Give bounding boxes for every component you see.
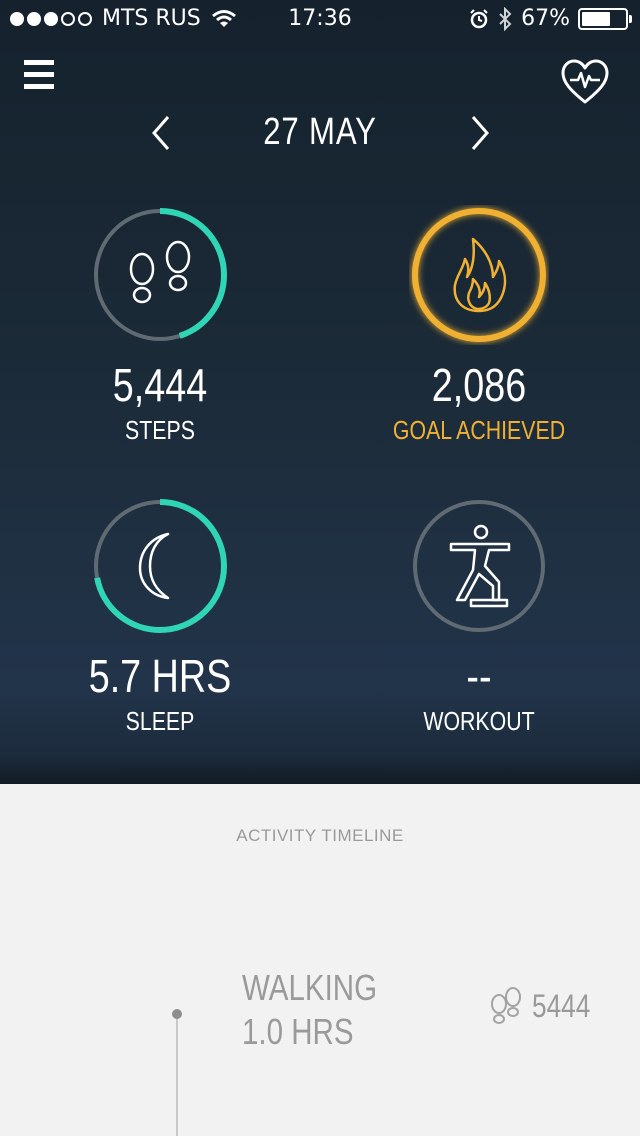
current-date: 27 MAY [263,111,377,153]
footprints-icon [129,240,191,304]
sleep-label: SLEEP [125,706,195,736]
bluetooth-icon [499,6,512,31]
activity-timeline-title: ACTIVITY TIMELINE [236,826,404,845]
heart-pulse-icon[interactable] [560,58,610,106]
steps-label: STEPS [125,415,195,445]
timeline-steps: 5444 [488,986,603,1026]
calories-progress-ring [412,208,546,342]
workout-label: WORKOUT [423,706,535,736]
timeline-activity-name: WALKING [242,967,378,1008]
sleep-progress-ring [93,499,227,633]
calories-tile[interactable]: 2,086 GOAL ACHIEVED [349,205,609,446]
flame-icon [453,237,507,313]
status-bar: MTS RUS 17:36 67% [0,0,640,40]
workout-value: -- [466,650,492,702]
workout-progress-ring [413,500,545,632]
steps-progress-ring [93,208,227,342]
moon-icon [138,532,170,600]
timeline-entry[interactable]: WALKING 1.0 HRS [242,966,377,1054]
workout-tile[interactable]: -- WORKOUT [349,496,609,737]
hamburger-menu-icon[interactable] [24,60,54,92]
footprints-icon [491,987,521,1024]
next-day-icon[interactable] [465,113,495,153]
steps-value: 5,444 [112,359,208,411]
battery-percent: 67% [521,6,570,31]
sleep-tile[interactable]: 5.7 HRS SLEEP [30,496,290,737]
date-navigator: 27 MAY [0,105,640,161]
dashboard-panel: MTS RUS 17:36 67% 27 MAY 5,444 STEPS 2,0… [0,0,640,784]
battery-icon [578,7,632,30]
timeline-dot [172,1009,182,1019]
steps-tile[interactable]: 5,444 STEPS [30,205,290,446]
timeline-activity-duration: 1.0 HRS [242,1011,354,1052]
surfing-figure-icon [449,524,511,608]
goal-achieved-label: GOAL ACHIEVED [392,415,566,445]
timeline-step-count: 5444 [532,987,591,1024]
timeline-line [176,1018,178,1136]
alarm-icon [470,8,488,28]
calories-value: 2,086 [431,359,527,411]
sleep-value: 5.7 HRS [88,650,232,702]
